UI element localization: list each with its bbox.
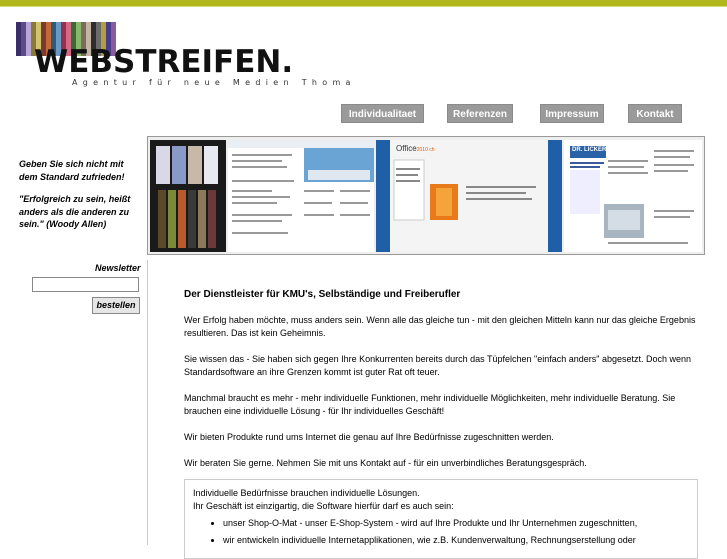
main-nav: Individualitaet Referenzen Impressum Kon… xyxy=(0,104,727,124)
office-label-text: Office xyxy=(396,144,417,153)
info-box-line-2: Ihr Geschäft ist einzigartig, die Softwa… xyxy=(193,501,454,511)
sidebar-intro: Geben Sie sich nicht mit dem Standard zu… xyxy=(19,159,125,182)
paragraph-2: Sie wissen das - Sie haben sich gegen Ih… xyxy=(184,354,692,377)
company-label: DR. LICKERT xyxy=(572,147,610,153)
column-divider xyxy=(147,260,148,545)
main-content: Der Dienstleister für KMU's, Selbständig… xyxy=(184,288,698,483)
info-box-list: unser Shop-O-Mat - unser E-Shop-System -… xyxy=(193,517,689,547)
paragraph-4: Wir bieten Produkte rund ums Internet di… xyxy=(184,432,554,442)
paragraph-3: Manchmal braucht es mehr - mehr individu… xyxy=(184,393,676,416)
banner-office-shop: Office2010 ch xyxy=(376,140,562,252)
nav-kontakt[interactable]: Kontakt xyxy=(628,104,682,123)
newsletter-email-input[interactable] xyxy=(32,277,139,292)
website-screenshot xyxy=(228,140,374,234)
logo[interactable]: WEBSTREIFEN. Agentur für neue Medien Tho… xyxy=(16,22,350,92)
reference-banner: Office2010 ch DR. LICKERT xyxy=(147,136,705,255)
clothing-image xyxy=(156,146,218,248)
paragraph-1: Wer Erfolg haben möchte, muss anders sei… xyxy=(184,315,696,338)
banner-clothing-shop xyxy=(150,140,226,252)
company-screenshot xyxy=(564,140,702,252)
newsletter-subscribe-button[interactable]: bestellen xyxy=(92,297,140,314)
top-accent-line xyxy=(0,6,727,7)
nav-impressum[interactable]: Impressum xyxy=(540,104,604,123)
office-screenshot xyxy=(376,140,562,252)
page-heading: Der Dienstleister für KMU's, Selbständig… xyxy=(184,289,461,300)
logo-wordmark: WEBSTREIFEN. xyxy=(34,44,294,80)
info-box: Individuelle Bedürfnisse brauchen indivi… xyxy=(184,479,698,559)
banner-website-1 xyxy=(228,140,374,252)
list-item: wir entwickeln individuelle Internetappl… xyxy=(223,534,689,547)
logo-tagline: Agentur für neue Medien Thoma xyxy=(72,78,356,87)
office-label: Office2010 ch xyxy=(396,144,435,153)
newsletter-label: Newsletter xyxy=(95,263,141,273)
sidebar-quote-text: "Erfolgreich zu sein, heißt anders als d… xyxy=(19,194,131,229)
info-box-line-1: Individuelle Bedürfnisse brauchen indivi… xyxy=(193,488,420,498)
list-item: unser Shop-O-Mat - unser E-Shop-System -… xyxy=(223,517,689,530)
sidebar-quote: Geben Sie sich nicht mit dem Standard zu… xyxy=(19,158,144,241)
nav-referenzen[interactable]: Referenzen xyxy=(447,104,513,123)
nav-individualitaet[interactable]: Individualitaet xyxy=(341,104,424,123)
banner-company-site: DR. LICKERT xyxy=(564,140,702,252)
office-year-text: 2010 ch xyxy=(416,147,435,153)
paragraph-5: Wir beraten Sie gerne. Nehmen Sie mit un… xyxy=(184,458,587,468)
